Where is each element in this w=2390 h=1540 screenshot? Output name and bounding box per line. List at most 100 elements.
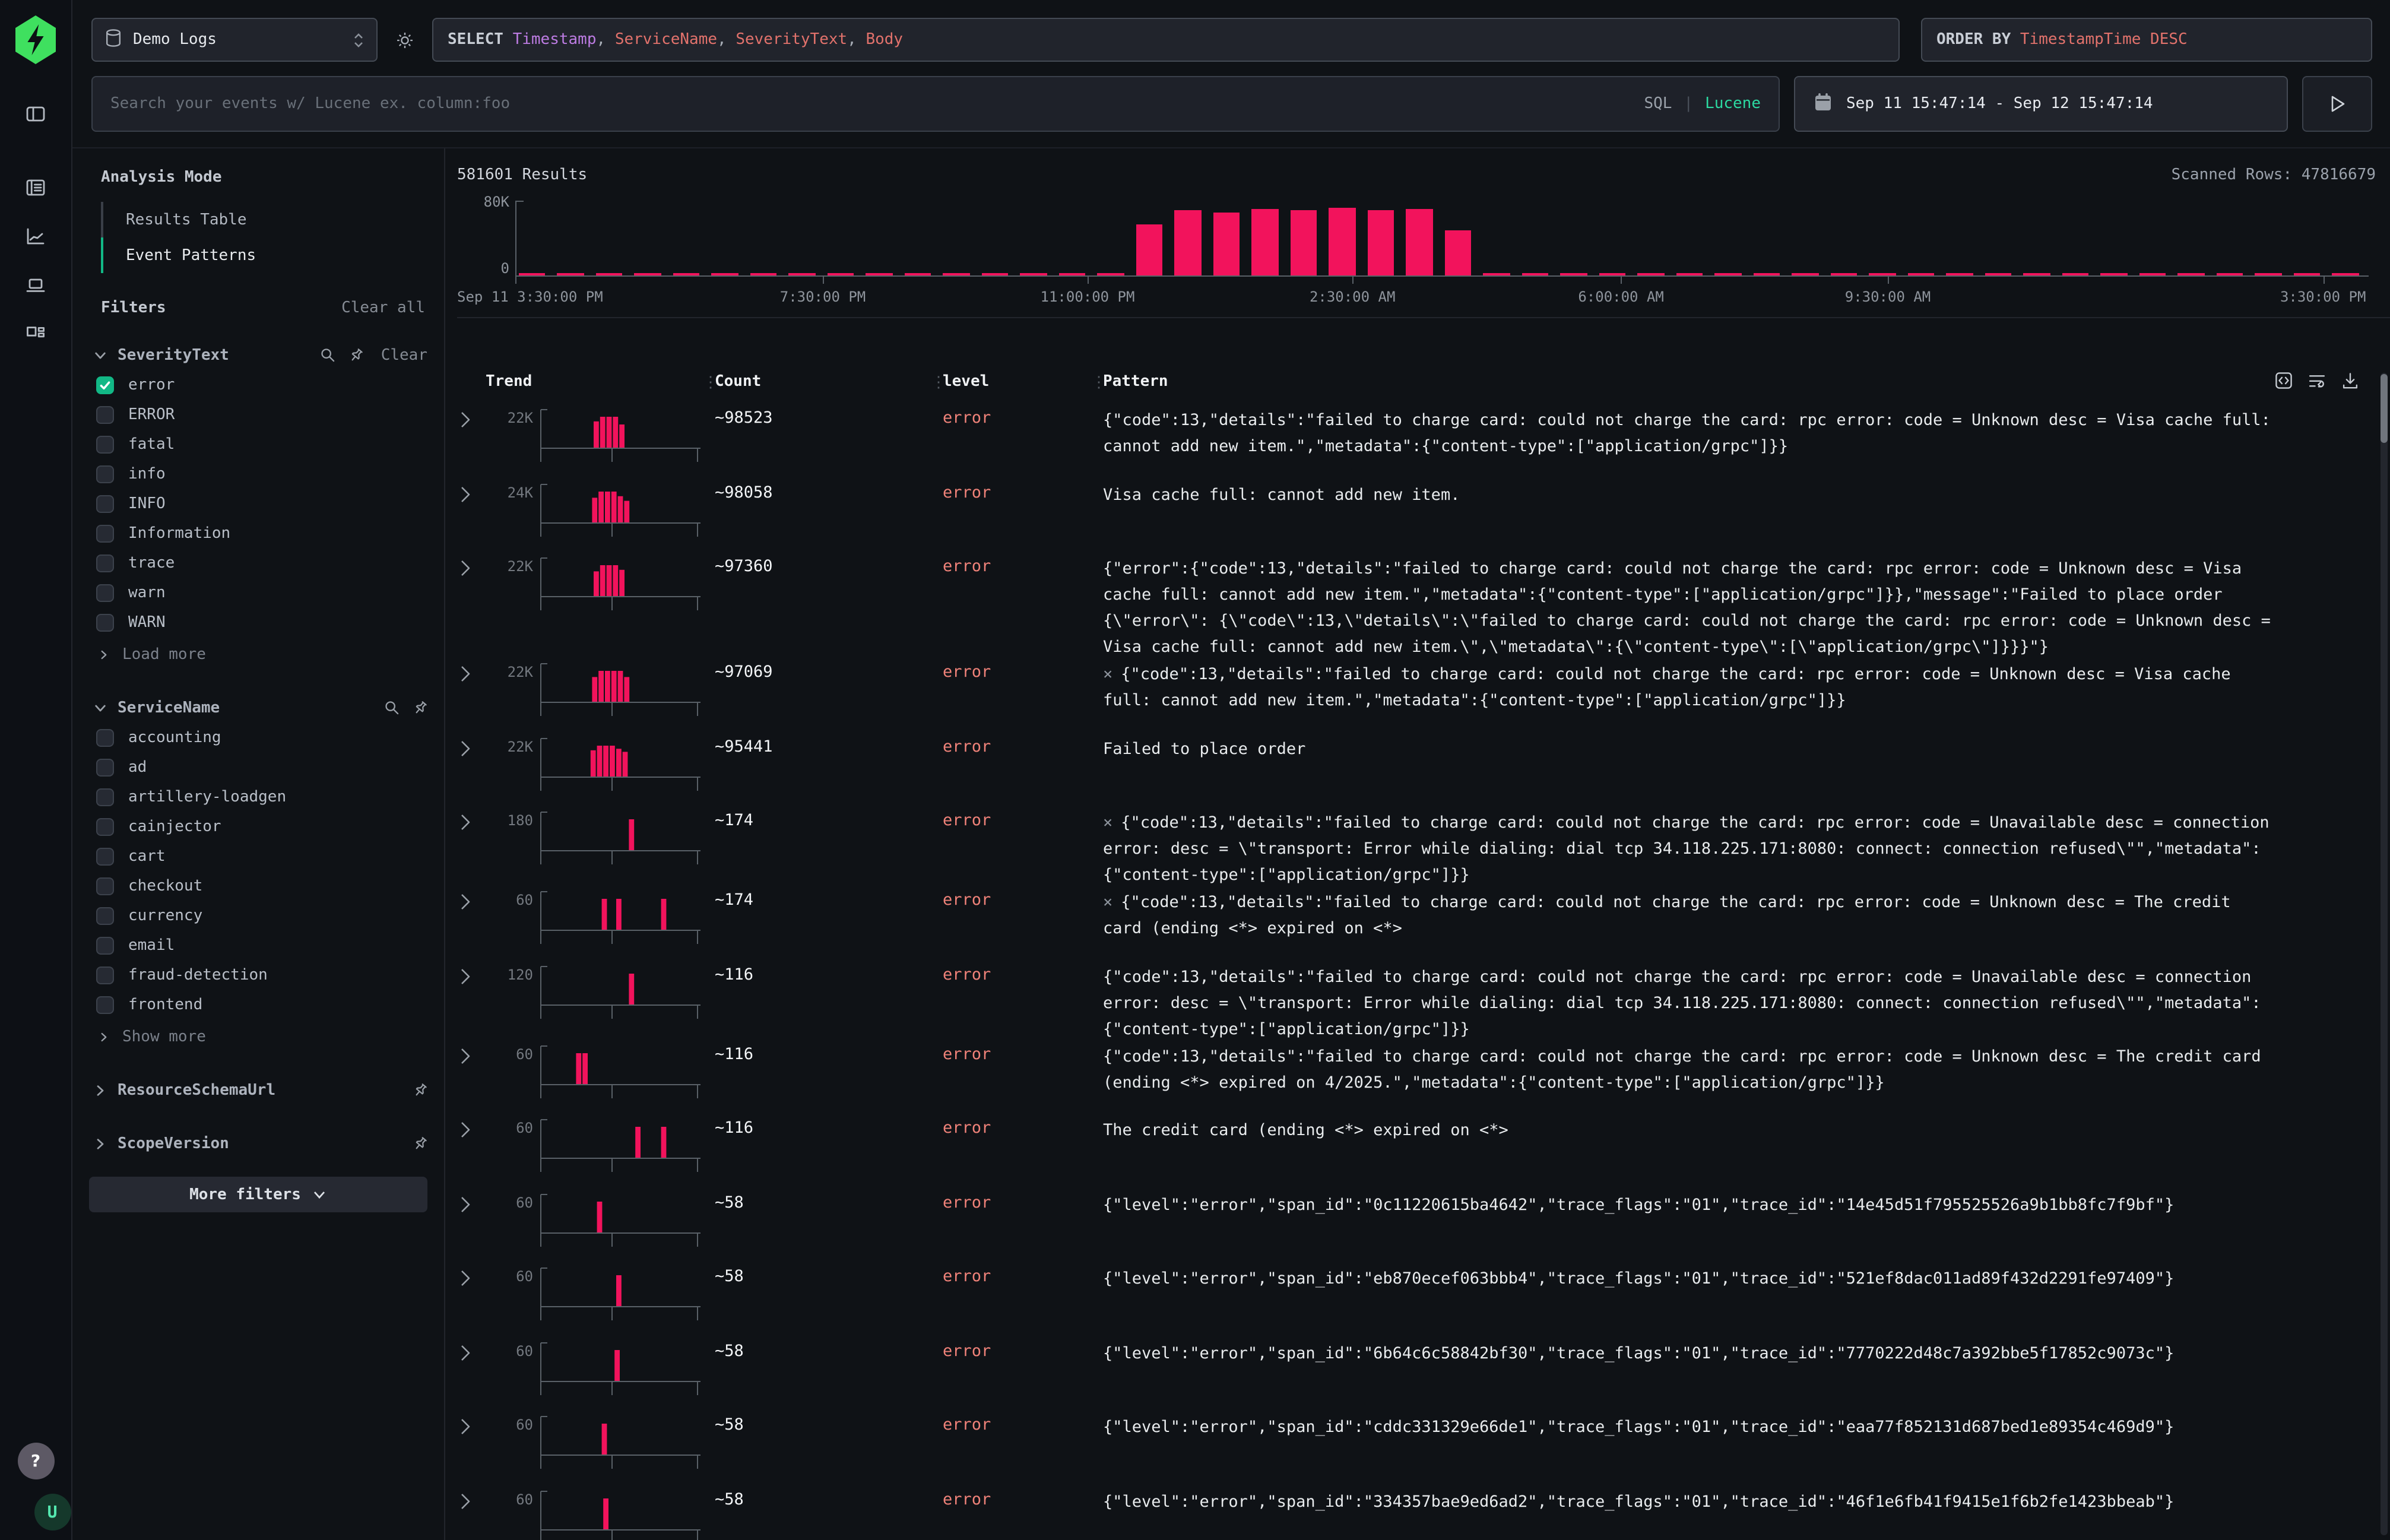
pattern-row[interactable]: 22K~95441errorFailed to place order bbox=[457, 734, 2390, 809]
rail-blocks-icon[interactable] bbox=[14, 315, 57, 353]
pattern-row[interactable]: 180~174error×{"code":13,"details":"faile… bbox=[457, 809, 2390, 888]
checkbox-unchecked[interactable] bbox=[96, 848, 114, 866]
pattern-row[interactable]: 60~58error{"level":"error","span_id":"cd… bbox=[457, 1413, 2390, 1487]
checkbox-unchecked[interactable] bbox=[96, 818, 114, 836]
row-expand-icon[interactable] bbox=[457, 888, 486, 917]
filter-option-INFO[interactable]: INFO bbox=[96, 489, 427, 519]
row-expand-icon[interactable] bbox=[457, 1413, 486, 1441]
source-settings-button[interactable] bbox=[392, 29, 418, 50]
user-avatar[interactable]: U bbox=[34, 1494, 71, 1531]
filter-group-ScopeVersion[interactable]: ScopeVersion bbox=[89, 1128, 427, 1159]
filter-option-fatal[interactable]: fatal bbox=[96, 430, 427, 460]
filter-option-ad[interactable]: ad bbox=[96, 753, 427, 782]
filter-option-error[interactable]: error bbox=[96, 370, 427, 400]
pattern-row[interactable]: 22K~97360error{"error":{"code":13,"detai… bbox=[457, 554, 2390, 660]
rail-laptop-icon[interactable] bbox=[14, 266, 57, 304]
load-more-button[interactable]: Show more bbox=[99, 1022, 427, 1052]
filter-option-email[interactable]: email bbox=[96, 931, 427, 961]
pattern-row[interactable]: 120~116error{"code":13,"details":"failed… bbox=[457, 962, 2390, 1042]
checkbox-unchecked[interactable] bbox=[96, 729, 114, 747]
pattern-row[interactable]: 60~58error{"level":"error","span_id":"6b… bbox=[457, 1339, 2390, 1413]
column-drag-handle[interactable]: ⋮ bbox=[703, 373, 715, 397]
rail-logs-icon[interactable] bbox=[14, 169, 57, 207]
pattern-row[interactable]: 60~116error{"code":13,"details":"failed … bbox=[457, 1042, 2390, 1116]
checkbox-unchecked[interactable] bbox=[96, 436, 114, 454]
column-header-level[interactable]: level bbox=[943, 373, 1091, 397]
checkbox-unchecked[interactable] bbox=[96, 465, 114, 483]
pattern-row[interactable]: 22K~98523error{"code":13,"details":"fail… bbox=[457, 406, 2390, 480]
row-expand-icon[interactable] bbox=[457, 1487, 486, 1516]
rail-chart-line-icon[interactable] bbox=[14, 217, 57, 255]
excluded-x-icon[interactable]: × bbox=[1103, 893, 1112, 912]
code-icon[interactable] bbox=[2274, 370, 2294, 391]
row-expand-icon[interactable] bbox=[457, 1339, 486, 1367]
download-icon[interactable] bbox=[2340, 370, 2360, 391]
filter-group-SeverityText[interactable]: SeverityTextClear bbox=[89, 340, 427, 370]
row-expand-icon[interactable] bbox=[457, 554, 486, 583]
checkbox-unchecked[interactable] bbox=[96, 554, 114, 572]
filter-option-cart[interactable]: cart bbox=[96, 842, 427, 872]
load-more-button[interactable]: Load more bbox=[99, 640, 427, 670]
row-expand-icon[interactable] bbox=[457, 962, 486, 991]
filter-option-warn[interactable]: warn bbox=[96, 578, 427, 608]
more-filters-button[interactable]: More filters bbox=[89, 1177, 427, 1212]
search-icon[interactable] bbox=[319, 347, 336, 363]
filter-group-ResourceSchemaUrl[interactable]: ResourceSchemaUrl bbox=[89, 1075, 427, 1105]
select-clause-input[interactable]: SELECT Timestamp, ServiceName, SeverityT… bbox=[432, 18, 1900, 62]
column-header-pattern[interactable]: Pattern bbox=[1103, 373, 2278, 397]
pin-icon[interactable] bbox=[347, 347, 363, 363]
search-icon[interactable] bbox=[383, 699, 400, 716]
filter-option-checkout[interactable]: checkout bbox=[96, 872, 427, 901]
pattern-row[interactable]: 60~58error{"level":"error","span_id":"0c… bbox=[457, 1190, 2390, 1265]
scrollbar-thumb[interactable] bbox=[2381, 374, 2388, 443]
filter-option-accounting[interactable]: accounting bbox=[96, 723, 427, 753]
checkbox-unchecked[interactable] bbox=[96, 759, 114, 777]
run-query-button[interactable] bbox=[2302, 76, 2372, 132]
checkbox-unchecked[interactable] bbox=[96, 937, 114, 955]
checkbox-unchecked[interactable] bbox=[96, 996, 114, 1014]
checkbox-unchecked[interactable] bbox=[96, 877, 114, 895]
pattern-row[interactable]: 60~58error{"level":"error","span_id":"33… bbox=[457, 1487, 2390, 1540]
checkbox-unchecked[interactable] bbox=[96, 495, 114, 513]
pattern-row[interactable]: 60~58error{"level":"error","span_id":"eb… bbox=[457, 1265, 2390, 1339]
row-expand-icon[interactable] bbox=[457, 734, 486, 763]
analysis-mode-event-patterns[interactable]: Event Patterns bbox=[101, 237, 427, 273]
clear-group-button[interactable]: Clear bbox=[381, 346, 427, 364]
checkbox-unchecked[interactable] bbox=[96, 584, 114, 602]
checkbox-checked[interactable] bbox=[96, 376, 114, 394]
excluded-x-icon[interactable]: × bbox=[1103, 813, 1112, 832]
clear-all-button[interactable]: Clear all bbox=[341, 299, 425, 317]
column-drag-handle[interactable]: ⋮ bbox=[1091, 373, 1103, 397]
pattern-row[interactable]: 24K~98058errorVisa cache full: cannot ad… bbox=[457, 480, 2390, 554]
column-header-trend[interactable]: Trend bbox=[486, 373, 703, 397]
help-button[interactable]: ? bbox=[17, 1443, 54, 1479]
filter-group-ServiceName[interactable]: ServiceName bbox=[89, 692, 427, 723]
filter-option-WARN[interactable]: WARN bbox=[96, 608, 427, 638]
filter-option-cainjector[interactable]: cainjector bbox=[96, 812, 427, 842]
checkbox-unchecked[interactable] bbox=[96, 788, 114, 806]
checkbox-unchecked[interactable] bbox=[96, 406, 114, 424]
filter-option-frontend[interactable]: frontend bbox=[96, 990, 427, 1020]
excluded-x-icon[interactable]: × bbox=[1103, 665, 1112, 684]
events-histogram[interactable]: 80K 0 Sep 11 3:30:00 PM7:30:00 PM11:00:0… bbox=[457, 186, 2390, 310]
column-header-count[interactable]: Count bbox=[715, 373, 931, 397]
filter-option-trace[interactable]: trace bbox=[96, 549, 427, 578]
pattern-row[interactable]: 60~174error×{"code":13,"details":"failed… bbox=[457, 888, 2390, 962]
scrollbar-track[interactable] bbox=[2381, 373, 2388, 1535]
wrap-text-icon[interactable] bbox=[2307, 370, 2327, 391]
row-expand-icon[interactable] bbox=[457, 1042, 486, 1070]
pin-icon[interactable] bbox=[411, 1082, 427, 1098]
column-drag-handle[interactable]: ⋮ bbox=[931, 373, 943, 397]
filter-option-currency[interactable]: currency bbox=[96, 901, 427, 931]
checkbox-unchecked[interactable] bbox=[96, 614, 114, 632]
order-by-input[interactable]: ORDER BY TimestampTime DESC bbox=[1921, 18, 2372, 62]
search-input[interactable]: Search your events w/ Lucene ex. column:… bbox=[91, 76, 1780, 132]
app-logo-icon[interactable] bbox=[15, 15, 56, 64]
sidebar-toggle-icon[interactable] bbox=[14, 95, 57, 133]
pin-icon[interactable] bbox=[411, 1135, 427, 1152]
row-expand-icon[interactable] bbox=[457, 660, 486, 689]
filter-option-Information[interactable]: Information bbox=[96, 519, 427, 549]
filter-option-ERROR[interactable]: ERROR bbox=[96, 400, 427, 430]
row-expand-icon[interactable] bbox=[457, 480, 486, 509]
date-range-picker[interactable]: Sep 11 15:47:14 - Sep 12 15:47:14 bbox=[1794, 76, 2288, 132]
